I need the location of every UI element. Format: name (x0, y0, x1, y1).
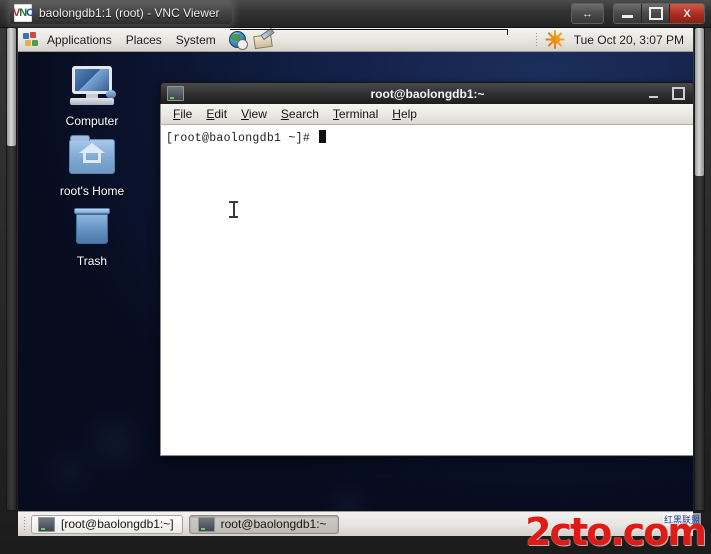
panel-render-artifact (230, 29, 508, 30)
vnc-logo-icon: VNC (13, 4, 34, 22)
terminal-menu-edit[interactable]: Edit (199, 105, 234, 123)
desktop-icon-computer[interactable]: Computer (45, 64, 139, 128)
terminal-icon (38, 516, 55, 532)
menu-applications[interactable]: Applications (40, 31, 119, 49)
terminal-icon (197, 516, 215, 532)
vnc-window-title: baolongdb1:1 (root) - VNC Viewer (39, 6, 220, 20)
desktop-icon-home[interactable]: root's Home (45, 134, 139, 198)
trash-icon (45, 204, 139, 250)
terminal-cursor (319, 130, 327, 143)
terminal-window-controls (647, 87, 693, 100)
computer-icon (45, 64, 139, 110)
vnc-titlebar[interactable]: VNC baolongdb1:1 (root) - VNC Viewer ↔ X (0, 0, 711, 28)
terminal-menu-file[interactable]: File (166, 105, 199, 123)
panel-status-area: Tue Oct 20, 3:07 PM (534, 30, 693, 49)
menu-system[interactable]: System (169, 31, 223, 49)
viewport-scrollbar-right[interactable] (694, 27, 705, 511)
window-button-group: X (613, 3, 705, 24)
gnome-bottom-taskbar: [root@baolongdb1:~] root@baolongdb1:~ (18, 511, 693, 536)
maximize-button[interactable] (642, 4, 670, 23)
desktop-icon-trash[interactable]: Trash (45, 204, 139, 268)
vnc-logo-letter-n: N (19, 6, 27, 19)
gnome-top-panel: Applications Places System Tue Oct 20, 3… (18, 27, 693, 52)
panel-render-artifact-tick (507, 29, 508, 35)
minimize-icon (622, 15, 633, 18)
menu-places[interactable]: Places (119, 31, 169, 49)
terminal-titlebar[interactable]: root@baolongdb1:~ (160, 82, 693, 104)
terminal-menu-search[interactable]: Search (274, 105, 326, 123)
terminal-maximize-button[interactable] (672, 87, 685, 100)
taskbar-button-terminal-2[interactable]: root@baolongdb1:~ (188, 514, 339, 534)
terminal-window-icon (167, 86, 184, 101)
taskbar-button-label: [root@baolongdb1:~] (61, 517, 174, 531)
sun-weather-icon[interactable] (545, 30, 565, 49)
close-button[interactable]: X (670, 4, 704, 23)
panel-separator-grip (534, 31, 539, 48)
maximize-icon (672, 87, 685, 100)
vnc-window-controls: ↔ X (571, 3, 705, 24)
vnc-title-group: VNC baolongdb1:1 (root) - VNC Viewer (10, 2, 232, 24)
scrollbar-thumb[interactable] (695, 28, 704, 176)
vnc-logo-letter-c: C (26, 6, 34, 19)
desktop-area[interactable]: Computer root's Home Trash root@baolongd… (18, 52, 693, 511)
viewport-scrollbar-left[interactable] (6, 27, 17, 511)
maximize-icon (648, 7, 663, 20)
applications-menu-icon (23, 31, 39, 48)
taskbar-grip[interactable] (23, 516, 27, 532)
resize-toggle-button[interactable]: ↔ (571, 3, 604, 24)
taskbar-button-label: root@baolongdb1:~ (220, 517, 327, 531)
desktop-icon-label: Computer (65, 114, 119, 128)
desktop-icon-label: root's Home (59, 184, 125, 198)
home-folder-icon (45, 134, 139, 180)
minimize-button[interactable] (614, 4, 642, 23)
terminal-minimize-button[interactable] (647, 87, 660, 100)
email-client-icon[interactable] (252, 27, 275, 50)
terminal-window-title: root@baolongdb1:~ (370, 86, 485, 101)
text-ibeam-cursor (229, 201, 238, 218)
web-browser-icon[interactable] (228, 30, 248, 50)
terminal-menu-help[interactable]: Help (385, 105, 424, 123)
panel-clock[interactable]: Tue Oct 20, 3:07 PM (574, 33, 684, 47)
minimize-icon (649, 96, 658, 98)
vnc-viewer-window: VNC baolongdb1:1 (root) - VNC Viewer ↔ X… (0, 0, 711, 554)
taskbar-button-terminal-1[interactable]: [root@baolongdb1:~] (31, 514, 183, 534)
desktop-icon-label: Trash (76, 254, 108, 268)
terminal-menu-terminal[interactable]: Terminal (326, 105, 385, 123)
scrollbar-thumb[interactable] (7, 28, 16, 146)
terminal-window[interactable]: root@baolongdb1:~ File Edit View Search … (160, 82, 693, 457)
terminal-output-area[interactable]: [root@baolongdb1 ~]# (160, 125, 693, 456)
terminal-menu-view[interactable]: View (234, 105, 274, 123)
terminal-prompt-line: [root@baolongdb1 ~]# (166, 132, 318, 145)
terminal-menubar: File Edit View Search Terminal Help (160, 104, 693, 125)
